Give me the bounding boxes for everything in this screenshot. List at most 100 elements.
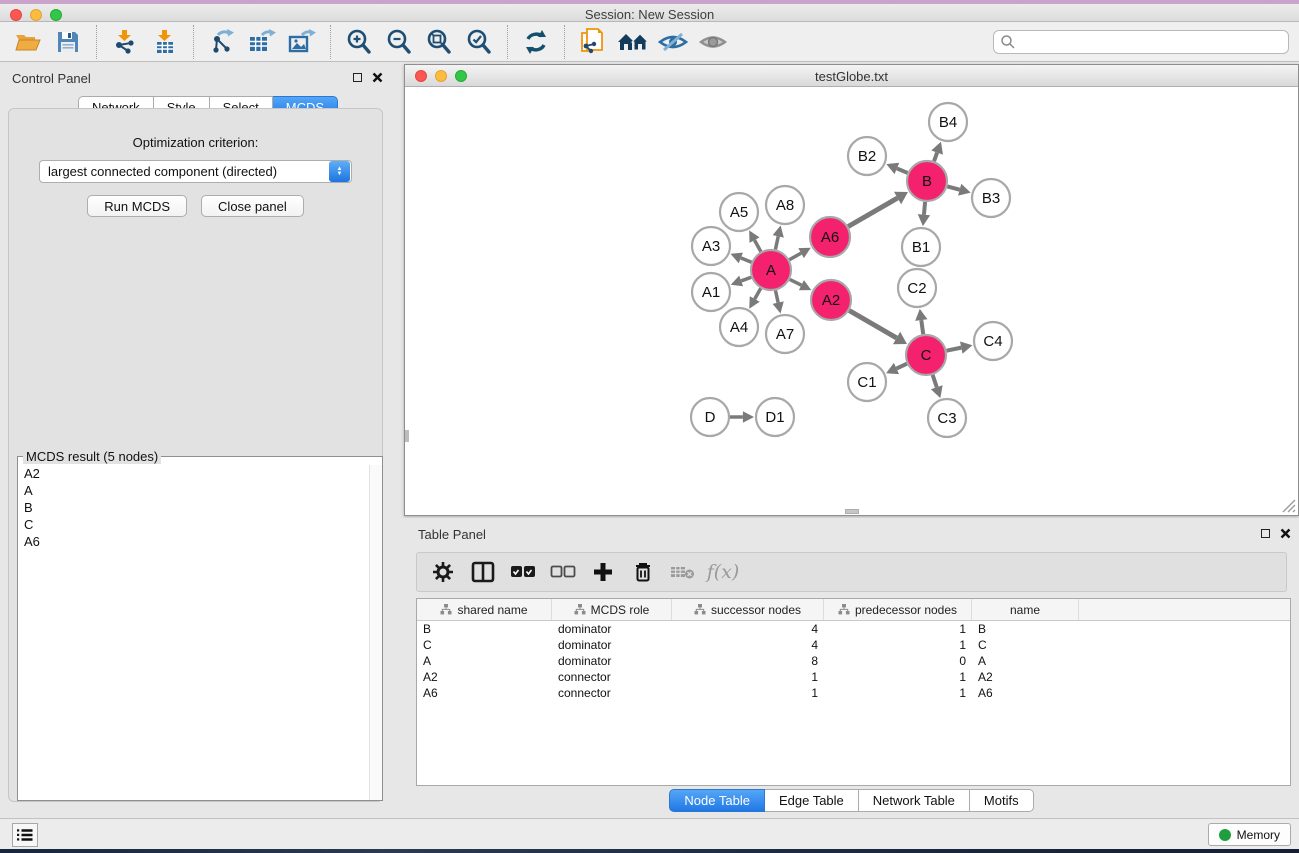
edge-A-A1[interactable] [741, 277, 751, 281]
cell-predecessor-nodes[interactable]: 1 [824, 638, 972, 652]
refresh-button[interactable] [516, 26, 556, 58]
network-graph[interactable]: AA1A2A3A4A5A6A7A8BB1B2B3B4CC1C2C3C4DD1 [405, 87, 1298, 515]
zoom-fit-button[interactable] [419, 26, 459, 58]
resize-grip-icon[interactable] [1282, 499, 1296, 513]
tab-network-table[interactable]: Network Table [859, 789, 970, 812]
optimization-criterion-dropdown[interactable]: largest connected component (directed) ▲… [39, 160, 352, 183]
edge-B-B2[interactable] [897, 168, 908, 172]
cell-shared-name[interactable]: A2 [417, 670, 552, 684]
cell-predecessor-nodes[interactable]: 1 [824, 670, 972, 684]
edge-A-A6[interactable] [789, 253, 801, 260]
delete-table-button[interactable] [665, 556, 701, 588]
run-mcds-button[interactable]: Run MCDS [87, 195, 187, 217]
edge-A-A8[interactable] [775, 236, 778, 249]
edge-B-B4[interactable] [934, 153, 937, 162]
column-header-name[interactable]: name [972, 599, 1079, 620]
result-list-item[interactable]: A2 [19, 465, 368, 482]
cell-shared-name[interactable]: C [417, 638, 552, 652]
cell-successor-nodes[interactable]: 8 [672, 654, 824, 668]
cell-name[interactable]: C [972, 638, 1079, 652]
cell-name[interactable]: B [972, 622, 1079, 636]
delete-column-button[interactable] [625, 556, 661, 588]
cell-predecessor-nodes[interactable]: 1 [824, 686, 972, 700]
cell-shared-name[interactable]: A6 [417, 686, 552, 700]
cell-successor-nodes[interactable]: 1 [672, 686, 824, 700]
float-panel-icon[interactable] [353, 73, 362, 82]
add-column-button[interactable] [585, 556, 621, 588]
table-row[interactable]: Bdominator41B [417, 621, 1290, 637]
zoom-out-button[interactable] [379, 26, 419, 58]
column-header-MCDS-role[interactable]: MCDS role [552, 599, 672, 620]
cell-shared-name[interactable]: B [417, 622, 552, 636]
tab-motifs[interactable]: Motifs [970, 789, 1034, 812]
table-row[interactable]: A2connector11A2 [417, 669, 1290, 685]
cell-shared-name[interactable]: A [417, 654, 552, 668]
table-row[interactable]: Adominator80A [417, 653, 1290, 669]
table-settings-button[interactable] [425, 556, 461, 588]
cell-MCDS-role[interactable]: connector [552, 670, 672, 684]
deselect-all-button[interactable] [545, 556, 581, 588]
network-canvas[interactable]: AA1A2A3A4A5A6A7A8BB1B2B3B4CC1C2C3C4DD1 [405, 87, 1298, 515]
result-list-item[interactable]: B [19, 499, 368, 516]
edge-A2-C[interactable] [849, 311, 896, 338]
close-table-panel-icon[interactable] [1280, 528, 1291, 539]
new-network-from-selection-button[interactable] [573, 26, 613, 58]
table-row[interactable]: Cdominator41C [417, 637, 1290, 653]
export-image-button[interactable] [282, 26, 322, 58]
close-panel-button[interactable]: Close panel [201, 195, 304, 217]
edge-C-C4[interactable] [947, 348, 962, 351]
result-list-item[interactable]: A [19, 482, 368, 499]
float-table-panel-icon[interactable] [1261, 529, 1270, 538]
select-all-button[interactable] [505, 556, 541, 588]
zoom-selected-button[interactable] [459, 26, 499, 58]
mcds-result-list[interactable]: A2ABCA6 [19, 465, 368, 799]
cell-MCDS-role[interactable]: dominator [552, 638, 672, 652]
edge-A6-B[interactable] [848, 198, 897, 227]
edge-A-A7[interactable] [775, 291, 778, 303]
column-header-predecessor-nodes[interactable]: predecessor nodes [824, 599, 972, 620]
home-button[interactable] [613, 26, 653, 58]
function-builder-button[interactable]: f(x) [705, 556, 741, 588]
show-columns-button[interactable] [465, 556, 501, 588]
cell-name[interactable]: A2 [972, 670, 1079, 684]
zoom-in-button[interactable] [339, 26, 379, 58]
cell-predecessor-nodes[interactable]: 0 [824, 654, 972, 668]
cell-successor-nodes[interactable]: 4 [672, 638, 824, 652]
result-list-item[interactable]: A6 [19, 533, 368, 550]
edge-B-B3[interactable] [947, 186, 959, 189]
node-table[interactable]: shared nameMCDS rolesuccessor nodesprede… [416, 598, 1291, 786]
search-field[interactable] [993, 30, 1289, 54]
cell-predecessor-nodes[interactable]: 1 [824, 622, 972, 636]
export-network-button[interactable] [202, 26, 242, 58]
horizontal-scroll-thumb[interactable] [845, 509, 859, 514]
show-all-button[interactable] [693, 26, 733, 58]
edge-A-A5[interactable] [755, 240, 761, 252]
table-row[interactable]: A6connector11A6 [417, 685, 1290, 701]
memory-button[interactable]: Memory [1208, 823, 1291, 846]
edge-A-A3[interactable] [741, 258, 752, 262]
hide-selected-button[interactable] [653, 26, 693, 58]
import-network-button[interactable] [105, 26, 145, 58]
save-session-button[interactable] [48, 26, 88, 58]
edge-C-C3[interactable] [933, 375, 937, 387]
result-list-item[interactable]: C [19, 516, 368, 533]
import-table-button[interactable] [145, 26, 185, 58]
network-window-titlebar[interactable]: testGlobe.txt [405, 65, 1298, 87]
cell-MCDS-role[interactable]: dominator [552, 654, 672, 668]
edge-A-A2[interactable] [790, 279, 802, 285]
cell-successor-nodes[interactable]: 1 [672, 670, 824, 684]
edge-A-A4[interactable] [755, 288, 761, 299]
export-table-button[interactable] [242, 26, 282, 58]
cell-name[interactable]: A [972, 654, 1079, 668]
cell-MCDS-role[interactable]: connector [552, 686, 672, 700]
cell-MCDS-role[interactable]: dominator [552, 622, 672, 636]
task-history-button[interactable] [12, 823, 38, 847]
edge-C-C2[interactable] [921, 320, 923, 334]
search-input[interactable] [1016, 32, 1288, 52]
column-header-successor-nodes[interactable]: successor nodes [672, 599, 824, 620]
cell-successor-nodes[interactable]: 4 [672, 622, 824, 636]
cell-name[interactable]: A6 [972, 686, 1079, 700]
tab-node-table[interactable]: Node Table [669, 789, 765, 812]
result-scrollbar[interactable] [369, 465, 382, 800]
close-panel-icon[interactable] [372, 72, 383, 83]
